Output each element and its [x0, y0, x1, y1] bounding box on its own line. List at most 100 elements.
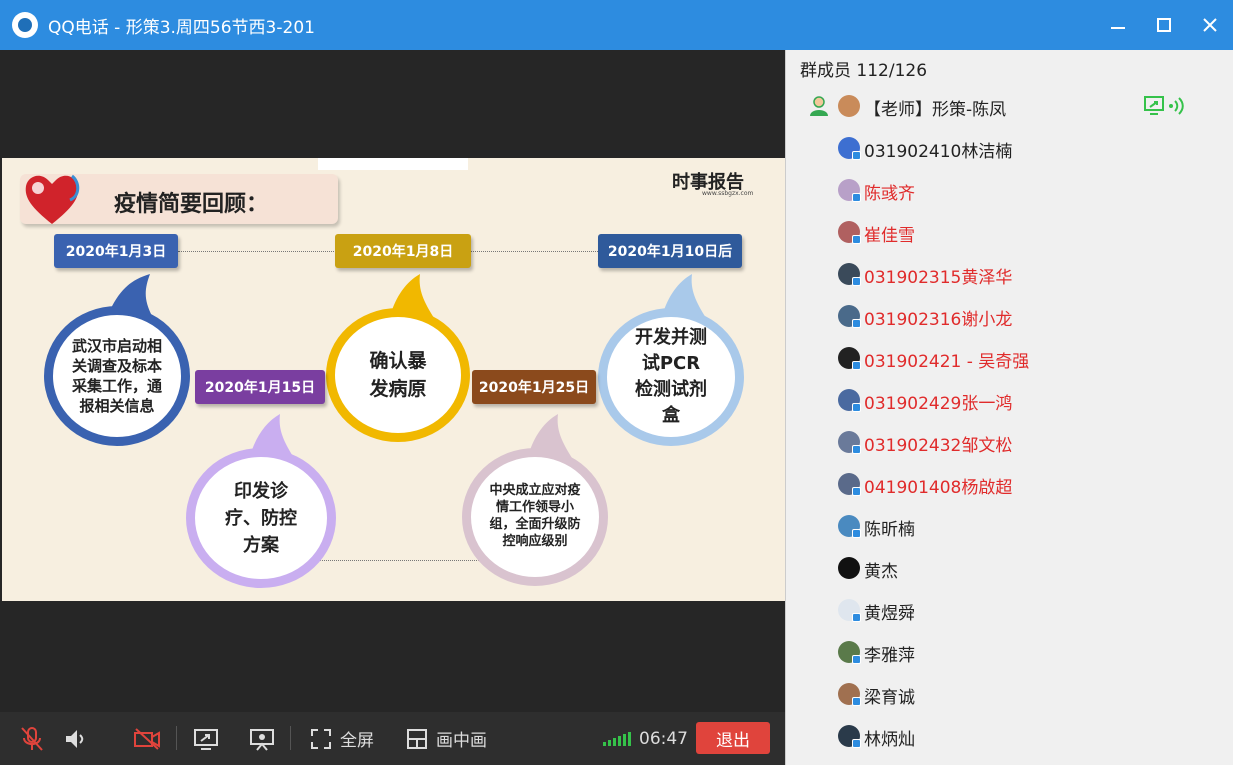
brand-url: www.ssbgzx.com — [702, 190, 754, 197]
member-row[interactable]: 031902410林洁楠 — [786, 128, 1232, 168]
member-name: 黄煜舜 — [864, 604, 915, 624]
avatar — [838, 557, 860, 579]
screen-sharing-icon — [1144, 95, 1166, 115]
pip-label: 画中画 — [436, 731, 487, 751]
date-tag: 2020年1月3日 — [54, 234, 178, 268]
member-row[interactable]: 031902421 - 吴奇强 — [786, 338, 1232, 378]
maximize-button[interactable] — [1141, 0, 1187, 50]
member-row[interactable]: 【老师】形策-陈凤 — [786, 86, 1232, 126]
member-name: 031902421 - 吴奇强 — [864, 352, 1030, 372]
member-name: 031902410林洁楠 — [864, 142, 1013, 162]
device-badge-icon — [852, 151, 861, 160]
member-row[interactable]: 李雅萍 — [786, 632, 1232, 672]
member-name: 【老师】形策-陈凤 — [864, 100, 1007, 120]
event-bubble: 确认暴发病原 — [326, 308, 470, 442]
member-name: 031902316谢小龙 — [864, 310, 1013, 330]
speaking-icon — [1168, 96, 1186, 116]
device-badge-icon — [852, 193, 861, 202]
device-badge-icon — [852, 403, 861, 412]
screen-share-button[interactable] — [193, 712, 219, 765]
window-controls — [1095, 0, 1233, 50]
shared-screen-view[interactable]: 疫情简要回顾： 时事报告 www.ssbgzx.com 2020年1月3日 武汉… — [0, 50, 785, 712]
member-row[interactable]: 林炳灿 — [786, 716, 1232, 756]
speaker-icon — [66, 729, 84, 748]
member-name: 031902315黄泽华 — [864, 268, 1013, 288]
close-button[interactable] — [1187, 0, 1233, 50]
member-name: 李雅萍 — [864, 646, 915, 666]
device-badge-icon — [852, 319, 861, 328]
mic-button[interactable] — [20, 712, 44, 765]
slide-top-strip — [318, 158, 468, 170]
member-name: 梁育诚 — [864, 688, 915, 708]
member-row[interactable]: 陈彧齐 — [786, 170, 1232, 210]
member-panel[interactable]: 群成员 112/126 【老师】形策-陈凤 031902410林洁楠 陈彧齐崔佳雪 0… — [785, 50, 1233, 765]
camera-button[interactable] — [133, 712, 161, 765]
bubble-tail — [250, 414, 294, 458]
device-badge-icon — [852, 739, 861, 748]
slide-title: 疫情简要回顾： — [114, 192, 269, 217]
fullscreen-icon — [311, 728, 331, 749]
device-badge-icon — [852, 235, 861, 244]
member-row[interactable]: 031902316谢小龙 — [786, 296, 1232, 336]
exit-call-button[interactable]: 退出 — [696, 722, 770, 754]
member-row[interactable]: 黄煜舜 — [786, 590, 1232, 630]
member-name: 陈彧齐 — [864, 184, 915, 204]
member-row[interactable]: 031902429张一鸿 — [786, 380, 1232, 420]
member-name: 041901408杨啟超 — [864, 478, 1013, 498]
timeline-line — [178, 251, 338, 252]
maximize-icon — [1157, 18, 1171, 32]
picture-in-picture-button[interactable]: 画中画 — [406, 712, 487, 765]
member-count: 群成员 112/126 — [800, 61, 928, 81]
device-badge-icon — [852, 655, 861, 664]
member-row[interactable]: 崔佳雪 — [786, 212, 1232, 252]
signal-strength-icon — [603, 732, 631, 746]
picture-in-picture-icon — [407, 728, 427, 749]
window-title: QQ电话 - 形策3.周四56节西3-201 — [48, 17, 315, 38]
host-role-icon — [808, 95, 830, 117]
member-row[interactable]: 031902432邹文松 — [786, 422, 1232, 462]
title-bar: QQ电话 - 形策3.周四56节西3-201 — [0, 0, 1233, 50]
timeline-line — [470, 251, 600, 252]
date-tag: 2020年1月15日 — [195, 370, 325, 404]
device-badge-icon — [852, 487, 861, 496]
member-row[interactable]: 031902315黄泽华 — [786, 254, 1232, 294]
toolbar-separator — [176, 726, 177, 750]
event-bubble: 开发并测试PCR检测试剂盒 — [598, 308, 744, 446]
device-badge-icon — [852, 277, 861, 286]
minimize-button[interactable] — [1095, 0, 1141, 50]
qq-app-icon — [12, 12, 38, 38]
mic-muted-icon — [21, 726, 43, 751]
toolbar-separator — [290, 726, 291, 750]
member-name: 陈昕楠 — [864, 520, 915, 540]
bubble-tail — [390, 274, 434, 318]
device-badge-icon — [852, 697, 861, 706]
call-control-bar: 全屏 画中画 06:47 退出 — [0, 712, 785, 765]
member-row[interactable]: 陈昕楠 — [786, 506, 1232, 546]
presentation-button[interactable] — [249, 712, 275, 765]
qq-call-window: QQ电话 - 形策3.周四56节西3-201 疫情简要回顾： 时事报告 www.… — [0, 0, 1233, 765]
member-name: 崔佳雪 — [864, 226, 915, 246]
member-row[interactable]: 041901408杨啟超 — [786, 464, 1232, 504]
device-badge-icon — [852, 613, 861, 622]
speaker-button[interactable] — [64, 712, 88, 765]
presentation-icon — [250, 728, 274, 751]
date-tag: 2020年1月8日 — [335, 234, 471, 268]
close-icon — [1203, 18, 1217, 32]
event-bubble: 武汉市启动相关调查及标本采集工作，通报相关信息 — [44, 306, 190, 446]
device-badge-icon — [852, 529, 861, 538]
screen-share-icon — [194, 728, 218, 750]
member-row[interactable]: 黄杰 — [786, 548, 1232, 588]
fullscreen-button[interactable]: 全屏 — [310, 712, 374, 765]
call-duration: 06:47 — [639, 728, 688, 749]
member-name: 031902429张一鸿 — [864, 394, 1013, 414]
member-row[interactable]: 梁育诚 — [786, 674, 1232, 714]
bubble-tail — [110, 274, 152, 316]
date-tag: 2020年1月25日 — [472, 370, 596, 404]
device-badge-icon — [852, 361, 861, 370]
member-name: 031902432邹文松 — [864, 436, 1013, 456]
event-bubble: 中央成立应对疫情工作领导小组，全面升级防控响应级别 — [462, 448, 608, 586]
device-badge-icon — [852, 445, 861, 454]
minimize-icon — [1111, 27, 1125, 29]
bubble-tail — [662, 274, 706, 318]
bubble-tail — [528, 414, 572, 458]
